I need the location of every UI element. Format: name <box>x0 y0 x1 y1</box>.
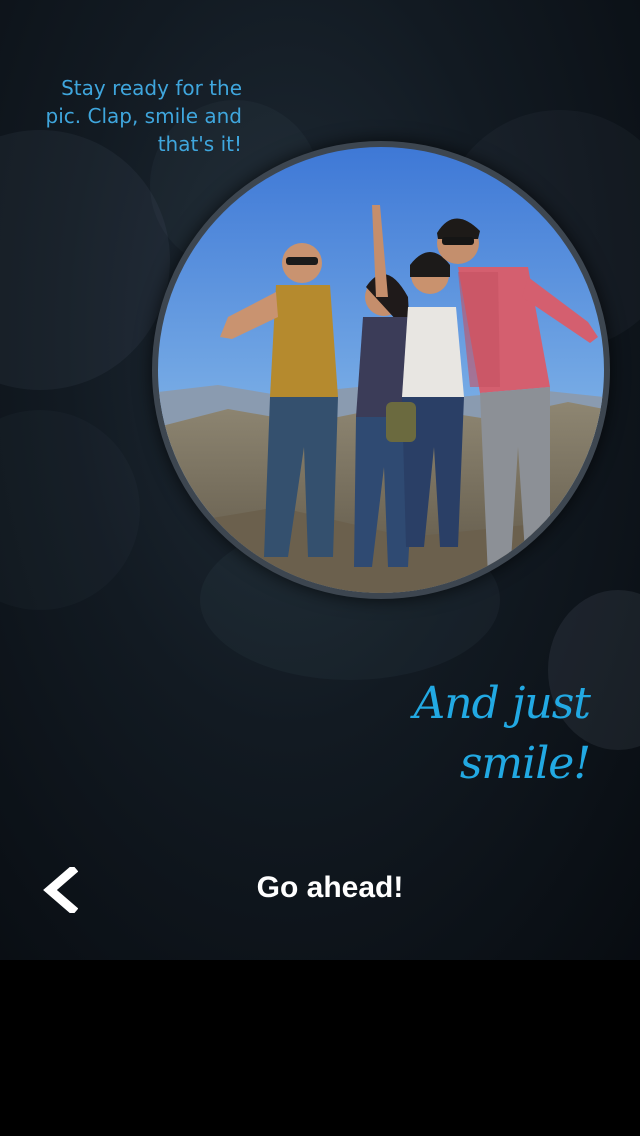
onboarding-page: Stay ready for the pic. Clap, smile and … <box>0 0 640 960</box>
sample-photo-frame <box>152 141 610 599</box>
hint-text: Stay ready for the pic. Clap, smile and … <box>45 76 242 156</box>
tagline: And just smile! <box>413 678 591 789</box>
bokeh-light <box>0 130 170 390</box>
go-ahead-button[interactable]: Go ahead! <box>220 858 440 918</box>
chevron-left-icon <box>43 867 78 913</box>
app-screen: Stay ready for the pic. Clap, smile and … <box>0 0 640 1136</box>
bottom-nav: Go ahead! <box>0 848 640 928</box>
bokeh-light <box>0 410 140 610</box>
sample-photo <box>158 147 604 593</box>
back-button[interactable] <box>28 858 92 922</box>
group-photo-illustration <box>158 147 604 593</box>
